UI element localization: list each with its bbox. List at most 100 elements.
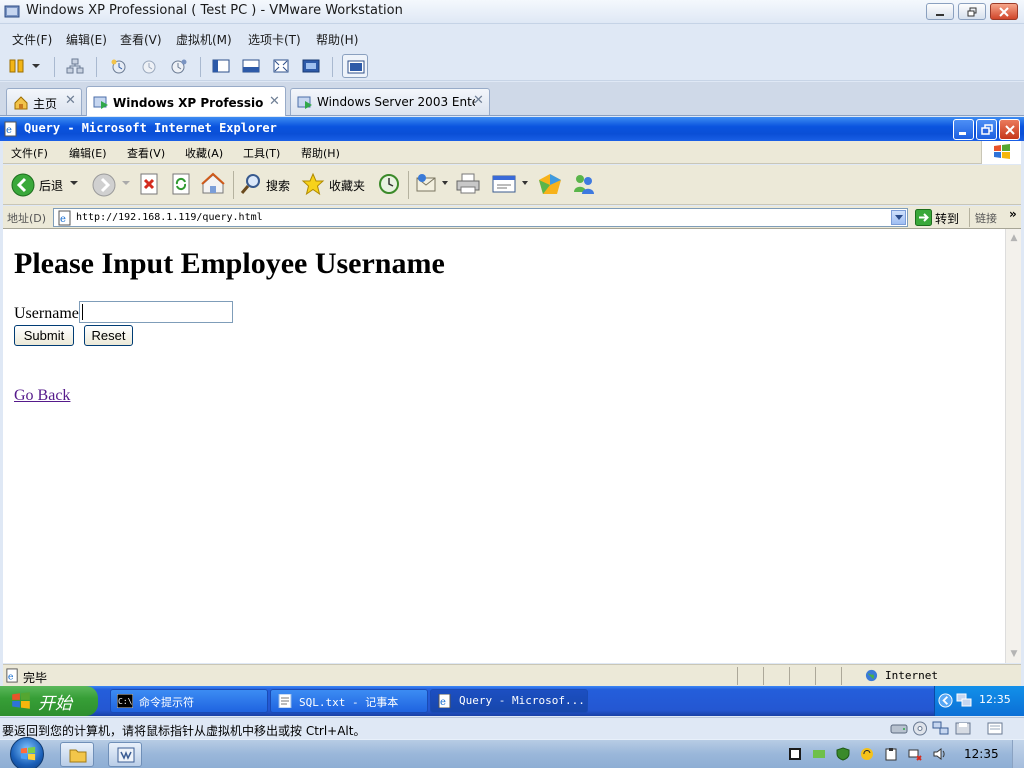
scroll-down-icon[interactable]: ▼ — [1007, 647, 1021, 661]
taskbar-item-label: Query - Microsof... — [459, 694, 585, 707]
search-icon[interactable] — [239, 172, 263, 196]
network-adapter-icon[interactable] — [932, 721, 950, 736]
unity-icon[interactable] — [302, 58, 320, 74]
start-button[interactable]: 开始 — [0, 686, 98, 716]
mail-icon[interactable] — [415, 172, 441, 196]
tab-windows-xp[interactable]: Windows XP Professional... ✕ — [86, 86, 286, 116]
chevron-right-icon[interactable]: » — [1009, 207, 1017, 221]
console-view-button[interactable] — [342, 54, 368, 78]
chevron-down-icon[interactable] — [69, 180, 79, 188]
ie-menu-file[interactable]: 文件(F) — [11, 145, 48, 161]
vmware-close-button[interactable] — [990, 3, 1018, 20]
go-back-link[interactable]: Go Back — [14, 387, 70, 405]
cd-rom-icon[interactable] — [912, 721, 928, 736]
discuss-icon[interactable] — [537, 172, 563, 198]
chevron-down-icon[interactable] — [30, 58, 42, 74]
edit-icon[interactable] — [491, 172, 517, 196]
snapshot-manager-icon[interactable] — [170, 58, 188, 74]
refresh-icon[interactable] — [171, 172, 193, 196]
snapshot-icon[interactable] — [110, 58, 128, 74]
revert-snapshot-icon[interactable] — [140, 58, 158, 74]
home-icon[interactable] — [201, 172, 225, 196]
messenger-icon[interactable] — [571, 172, 597, 198]
taskbar-item-ie-query[interactable]: e Query - Microsof... — [430, 689, 588, 713]
vmware-minimize-button[interactable] — [926, 3, 954, 20]
show-desktop-button[interactable] — [1012, 740, 1024, 768]
chevron-down-icon[interactable] — [121, 180, 131, 188]
quick-switch-icon[interactable] — [242, 58, 260, 74]
tab-home[interactable]: 主页 ✕ — [6, 88, 82, 115]
chevron-down-icon[interactable] — [441, 180, 449, 188]
security-shield-icon[interactable] — [836, 747, 850, 761]
vmware-menu-file[interactable]: 文件(F) — [12, 31, 52, 48]
windows-logo-icon — [20, 746, 36, 761]
full-screen-icon[interactable] — [272, 58, 290, 74]
links-button[interactable]: 链接 — [975, 210, 997, 226]
ie-close-button[interactable] — [999, 119, 1020, 140]
vmware-menu-tabs[interactable]: 选项卡(T) — [248, 31, 301, 48]
host-start-orb[interactable] — [10, 737, 44, 768]
network-icon[interactable] — [66, 58, 84, 74]
ie-minimize-button[interactable] — [953, 119, 974, 140]
taskbar-item-command-prompt[interactable]: C:\ 命令提示符 — [110, 689, 268, 713]
favorites-button-label[interactable]: 收藏夹 — [329, 177, 365, 194]
status-divider — [737, 667, 738, 685]
print-icon[interactable] — [455, 172, 481, 196]
pause-icon[interactable] — [8, 58, 26, 74]
chevron-down-icon[interactable] — [521, 180, 529, 188]
ie-menu-edit[interactable]: 编辑(E) — [69, 145, 107, 161]
green-status-icon[interactable] — [812, 747, 826, 761]
vertical-scrollbar[interactable]: ▲ ▼ — [1005, 229, 1021, 663]
address-dropdown-button[interactable] — [891, 210, 906, 225]
ie-restore-button[interactable] — [976, 119, 997, 140]
vmware-menu-view[interactable]: 查看(V) — [120, 31, 162, 48]
home-icon — [14, 96, 28, 110]
username-input[interactable] — [79, 301, 233, 323]
toolbar-separator — [54, 57, 55, 77]
ie-titlebar: e Query - Microsoft Internet Explorer — [0, 117, 1024, 141]
text-caret — [82, 304, 83, 320]
go-button[interactable]: 转到 — [913, 208, 965, 227]
tab-close-icon[interactable]: ✕ — [269, 94, 280, 109]
history-icon[interactable] — [377, 172, 401, 196]
host-taskbar-explorer[interactable] — [60, 742, 94, 767]
back-button-label[interactable]: 后退 — [39, 177, 63, 194]
clipboard-icon[interactable] — [884, 747, 898, 761]
tab-close-icon[interactable]: ✕ — [65, 93, 76, 108]
sync-icon[interactable] — [860, 747, 874, 761]
submit-button[interactable]: Submit — [14, 325, 74, 346]
media-icon[interactable] — [788, 747, 802, 761]
ie-menu-view[interactable]: 查看(V) — [127, 145, 165, 161]
sidebar-view-icon[interactable] — [212, 58, 230, 74]
network-connection-icon[interactable] — [956, 693, 972, 708]
ie-menu-tools[interactable]: 工具(T) — [243, 145, 280, 161]
network-status-icon[interactable] — [908, 747, 922, 761]
ie-menu-help[interactable]: 帮助(H) — [301, 145, 340, 161]
address-input[interactable]: e http://192.168.1.119/query.html — [53, 208, 908, 227]
notepad-icon — [278, 694, 292, 708]
chevron-left-icon[interactable] — [938, 693, 953, 708]
hard-disk-icon[interactable] — [890, 721, 908, 736]
vmware-menu-help[interactable]: 帮助(H) — [316, 31, 358, 48]
ie-menu-favorites[interactable]: 收藏(A) — [185, 145, 223, 161]
tab-close-icon[interactable]: ✕ — [473, 93, 484, 108]
host-taskbar-vmware[interactable] — [108, 742, 142, 767]
scroll-up-icon[interactable]: ▲ — [1007, 231, 1021, 245]
host-clock[interactable]: 12:35 — [964, 747, 999, 761]
volume-icon[interactable] — [932, 747, 946, 761]
favorites-star-icon[interactable] — [301, 172, 325, 196]
stop-icon[interactable] — [139, 172, 161, 196]
vmware-menu-edit[interactable]: 编辑(E) — [66, 31, 107, 48]
xp-clock[interactable]: 12:35 — [979, 693, 1011, 706]
start-button-label: 开始 — [38, 694, 72, 714]
reset-button[interactable]: Reset — [84, 325, 133, 346]
search-button-label[interactable]: 搜索 — [266, 177, 290, 194]
vmware-restore-button[interactable] — [958, 3, 986, 20]
back-icon[interactable] — [10, 172, 36, 198]
forward-icon[interactable] — [91, 172, 117, 198]
taskbar-item-notepad[interactable]: SQL.txt - 记事本 — [270, 689, 428, 713]
floppy-icon[interactable] — [954, 721, 972, 736]
tab-windows-server-2003[interactable]: Windows Server 2003 Enterpr... ✕ — [290, 88, 490, 115]
message-log-icon[interactable] — [986, 721, 1004, 736]
vmware-menu-vm[interactable]: 虚拟机(M) — [176, 31, 232, 48]
